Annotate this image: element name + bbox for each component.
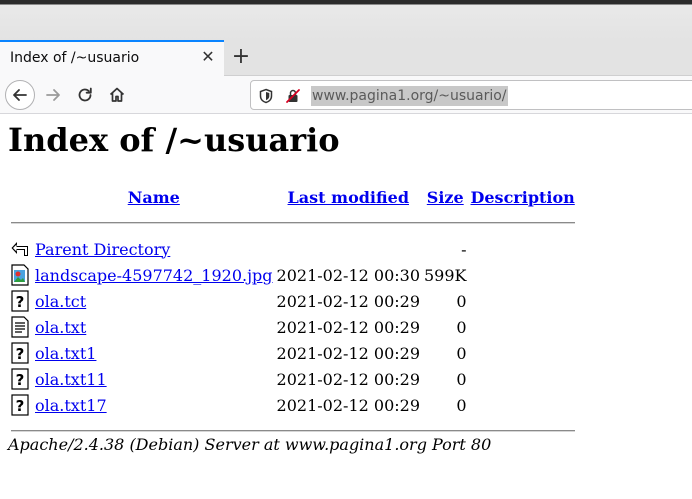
home-button[interactable] — [102, 80, 132, 110]
horizontal-rule — [11, 430, 575, 432]
svg-text:?: ? — [16, 293, 25, 311]
file-link[interactable]: ola.txt11 — [35, 370, 107, 389]
description-column-header: Description — [470, 185, 576, 209]
forward-arrow-icon — [46, 89, 60, 101]
table-row: ola.txt 2021-02-12 00:29 0 — [10, 315, 576, 339]
page-content: Index of /~usuario Name Last modified Si… — [0, 115, 692, 499]
svg-text:?: ? — [16, 397, 25, 415]
svg-text:?: ? — [16, 371, 25, 389]
unknown-file-icon: ? — [11, 394, 29, 416]
window-titlebar — [0, 0, 692, 40]
table-row: landscape-4597742_1920.jpg 2021-02-12 00… — [10, 263, 576, 287]
navigation-toolbar: www.pagina1.org/~usuario/ — [0, 76, 692, 114]
back-arrow-icon — [13, 89, 27, 101]
size-cell: - — [461, 239, 467, 259]
parent-directory-link[interactable]: Parent Directory — [35, 240, 170, 259]
tab-active[interactable]: Index of /~usuario ✕ — [0, 40, 224, 76]
size-column-header: Size — [423, 185, 468, 209]
table-row: ? ola.txt1 2021-02-12 00:29 0 — [10, 341, 576, 365]
home-icon — [109, 87, 125, 102]
table-row: ? ola.tct 2021-02-12 00:29 0 — [10, 289, 576, 313]
back-folder-icon — [11, 242, 28, 256]
unknown-file-icon: ? — [11, 290, 29, 312]
tab-close-button[interactable]: ✕ — [199, 46, 217, 68]
file-link[interactable]: ola.tct — [35, 292, 86, 311]
text-file-icon — [11, 316, 29, 338]
server-signature: Apache/2.4.38 (Debian) Server at www.pag… — [8, 435, 492, 454]
size-cell: 0 — [456, 395, 467, 415]
separator-row — [10, 211, 576, 235]
table-row: Parent Directory - — [10, 237, 576, 261]
url-text[interactable]: www.pagina1.org/~usuario/ — [311, 86, 508, 106]
forward-button[interactable] — [38, 80, 68, 110]
modified-cell: 2021-02-12 00:29 — [276, 291, 420, 311]
insecure-connection-icon[interactable] — [284, 87, 302, 105]
modified-cell: 2021-02-12 00:29 — [276, 395, 420, 415]
file-link[interactable]: ola.txt1 — [35, 344, 96, 363]
size-cell: 599K — [424, 265, 467, 285]
modified-column-header: Last modified — [276, 185, 421, 209]
size-cell: 0 — [456, 317, 467, 337]
svg-text:?: ? — [16, 345, 25, 363]
back-button[interactable] — [5, 80, 35, 110]
name-column-header: Name — [34, 185, 274, 209]
table-row: ? ola.txt17 2021-02-12 00:29 0 — [10, 393, 576, 417]
file-link[interactable]: landscape-4597742_1920.jpg — [35, 266, 273, 285]
modified-cell: 2021-02-12 00:30 — [276, 265, 420, 285]
modified-cell: 2021-02-12 00:29 — [276, 343, 420, 363]
sort-by-description-link[interactable]: Description — [471, 188, 575, 207]
table-header-row: Name Last modified Size Description — [10, 185, 576, 209]
sort-by-modified-link[interactable]: Last modified — [288, 188, 409, 207]
reload-icon — [78, 87, 92, 102]
unknown-file-icon: ? — [11, 342, 29, 364]
file-link[interactable]: ola.txt — [35, 318, 86, 337]
image-file-icon — [11, 264, 29, 286]
file-link[interactable]: ola.txt17 — [35, 396, 107, 415]
table-row: ? ola.txt11 2021-02-12 00:29 0 — [10, 367, 576, 391]
address-bar[interactable]: www.pagina1.org/~usuario/ — [250, 80, 692, 110]
unknown-file-icon: ? — [11, 368, 29, 390]
modified-cell: 2021-02-12 00:29 — [276, 369, 420, 389]
new-tab-button[interactable]: + — [228, 42, 254, 72]
page-title: Index of /~usuario — [8, 121, 340, 159]
reload-button[interactable] — [70, 80, 100, 110]
shield-icon[interactable] — [257, 87, 275, 105]
size-cell: 0 — [456, 291, 467, 311]
directory-listing-table: Name Last modified Size Description Pare… — [8, 183, 578, 445]
sort-by-name-link[interactable]: Name — [128, 188, 180, 207]
horizontal-rule — [11, 222, 575, 224]
tab-strip — [224, 40, 692, 76]
size-cell: 0 — [456, 343, 467, 363]
modified-cell: 2021-02-12 00:29 — [276, 317, 420, 337]
sort-by-size-link[interactable]: Size — [427, 188, 464, 207]
size-cell: 0 — [456, 369, 467, 389]
icon-column-header — [10, 185, 32, 209]
tab-title: Index of /~usuario — [10, 50, 140, 66]
